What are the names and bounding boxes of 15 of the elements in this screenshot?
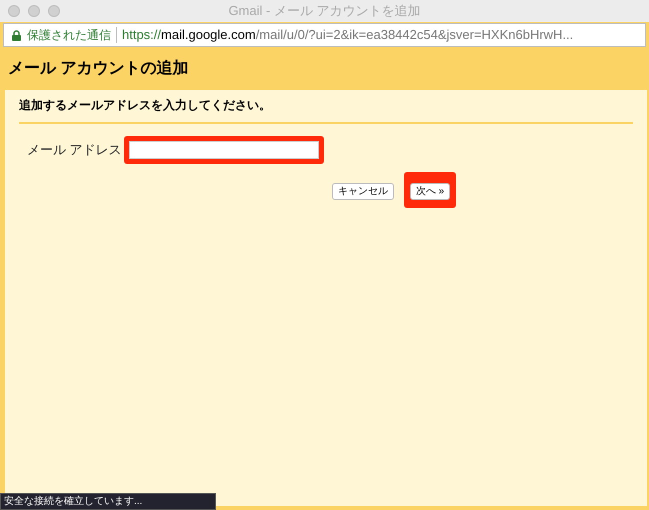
email-input-field[interactable]	[128, 141, 319, 159]
url-text: https://mail.google.com/mail/u/0/?ui=2&ik=ea38442c54&jsver=HXKn6bHrwH...	[122, 26, 574, 44]
lock-icon	[12, 30, 21, 40]
security-label: 保護された通信	[27, 27, 111, 44]
field-label: メール アドレス	[27, 141, 122, 160]
window-title: Gmail - メール アカウントを追加	[228, 2, 421, 20]
window-control-icon[interactable]	[28, 5, 40, 17]
next-button[interactable]: 次へ »	[410, 183, 450, 200]
cancel-button[interactable]: キャンセル	[332, 183, 394, 200]
address-bar[interactable]: 保護された通信 https://mail.google.com/mail/u/0/?ui=2&ik=ea38442c54&jsver=HXKn6bHrwH...	[3, 23, 646, 47]
status-bar: 安全な接続を確立しています...	[0, 493, 216, 510]
window-control-icon[interactable]	[8, 5, 20, 17]
instruction-text: 追加するメールアドレスを入力してください。	[19, 96, 633, 124]
dialog-heading: メール アカウントの追加	[7, 58, 190, 79]
window-control-icon[interactable]	[48, 5, 60, 17]
